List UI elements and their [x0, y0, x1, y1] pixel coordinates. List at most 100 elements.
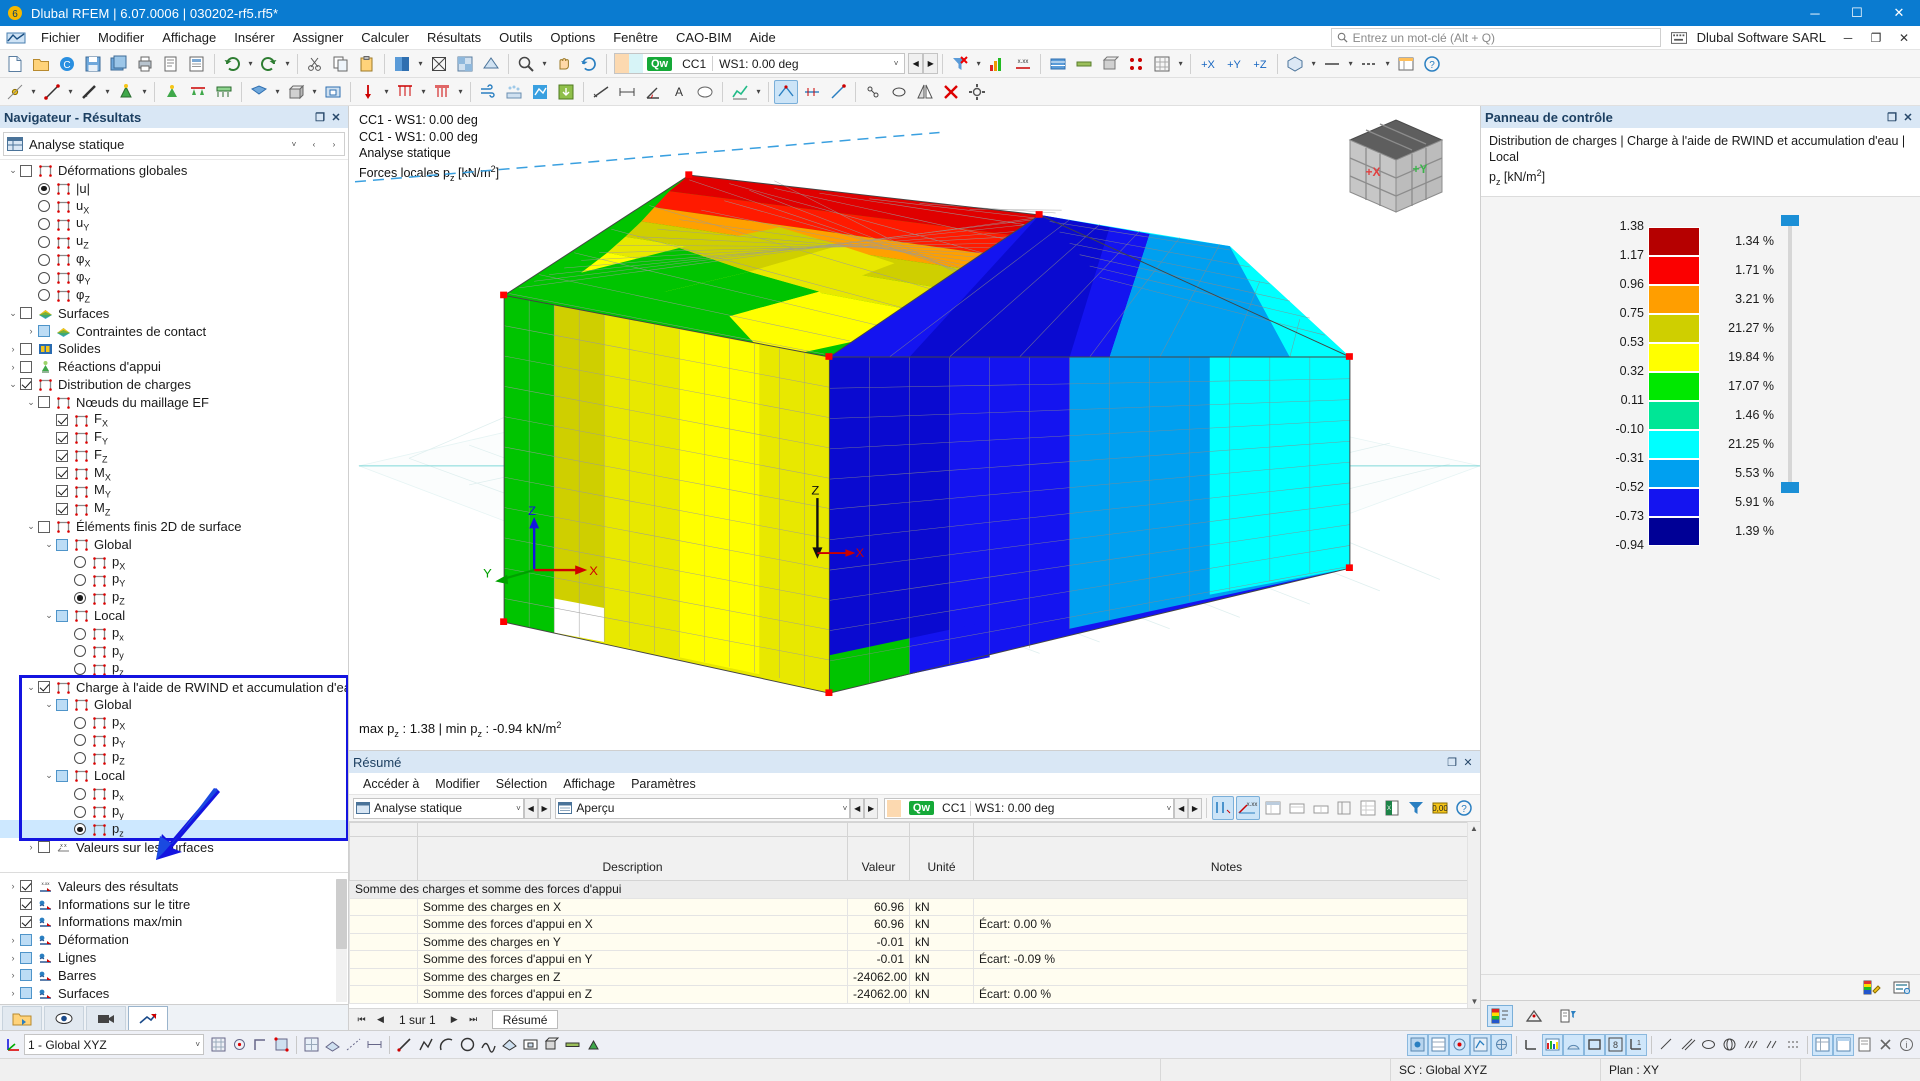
snow-load-icon[interactable]: [502, 80, 526, 104]
support-icon[interactable]: [114, 80, 138, 104]
summary-analysis-next[interactable]: ▶: [537, 797, 552, 819]
summary-menu-parametres[interactable]: Paramètres: [623, 775, 704, 793]
cp-tab-factors-icon[interactable]: [1521, 1005, 1547, 1027]
summary-analysis-prev[interactable]: ◀: [523, 797, 538, 819]
solids-results-icon[interactable]: [1098, 52, 1122, 76]
cut-icon[interactable]: [303, 52, 327, 76]
support-dropdown-icon[interactable]: ▾: [139, 80, 150, 104]
expander-reactions-dappui[interactable]: ›: [6, 362, 20, 372]
maximize-button[interactable]: ☐: [1836, 0, 1878, 26]
tab-display-navigator[interactable]: [44, 1006, 84, 1030]
tree-item-lignes[interactable]: › Lignes: [0, 949, 348, 967]
checkbox-lignes[interactable]: [20, 951, 32, 964]
menu-item-fichier[interactable]: Fichier: [32, 27, 89, 48]
menu-item-affichage[interactable]: Affichage: [153, 27, 225, 48]
legend-color-band-2[interactable]: [1648, 284, 1700, 314]
table-row[interactable]: Somme des charges en X 60.96 kN: [349, 897, 1480, 916]
tab-project-navigator[interactable]: [2, 1006, 42, 1030]
legend-color-band-8[interactable]: [1648, 458, 1700, 488]
radio-local-1-pz[interactable]: [74, 663, 86, 676]
surface-draw-icon[interactable]: [499, 1034, 520, 1056]
tree-item-local-1-pz[interactable]: pz: [0, 660, 348, 678]
table-layout-icon[interactable]: [1833, 1033, 1854, 1056]
nodal-load-dropdown-icon[interactable]: ▾: [381, 80, 392, 104]
tree-item-informations-max-min[interactable]: Informations max/min: [0, 913, 348, 931]
tree-item-valeurs-des-resultats[interactable]: › x.xx Valeurs des résultats: [0, 877, 348, 895]
open-file-icon[interactable]: [29, 52, 53, 76]
result-values-icon[interactable]: x.xx: [1011, 52, 1035, 76]
summary-case-combo[interactable]: Qw CC1 WS1: 0.00 deg ˅: [883, 797, 1175, 819]
legend-color-band-10[interactable]: [1648, 516, 1700, 546]
summary-menu-selection[interactable]: Sélection: [488, 775, 555, 793]
table-view-icon[interactable]: [1394, 52, 1418, 76]
app-menu-icon[interactable]: [4, 28, 28, 48]
load-case-next-button[interactable]: ▶: [923, 53, 939, 74]
hatch2-render-icon[interactable]: [1761, 1034, 1782, 1056]
results-tree[interactable]: ⌄ Déformations globales |u| uX uY uZ φX φY φZ ⌄ Su…: [0, 159, 348, 869]
zoom-dropdown-icon[interactable]: ▾: [539, 52, 550, 76]
tree-item-surfaces[interactable]: ⌄ Surfaces: [0, 304, 348, 322]
info-icon[interactable]: i: [1896, 1034, 1917, 1056]
save-all-icon[interactable]: [107, 52, 131, 76]
table-row[interactable]: Somme des forces d'appui en Y -0.01 kN Écar…: [349, 950, 1480, 969]
help-icon[interactable]: ?: [1453, 796, 1475, 820]
expander-deformations-globales[interactable]: ⌄: [6, 165, 20, 176]
chevron-down-icon[interactable]: ˅: [516, 804, 521, 813]
summary-table-wrap[interactable]: Description Valeur Unité Notes Somme des…: [349, 822, 1480, 1008]
checkbox-deformation[interactable]: [20, 933, 32, 946]
summary-close-icon[interactable]: ✕: [1460, 756, 1476, 769]
expander-charge-rwind[interactable]: ⌄: [24, 682, 38, 693]
box-display-icon[interactable]: [1584, 1033, 1605, 1056]
3d-viewport[interactable]: CC1 - WS1: 0.00 deg CC1 - WS1: 0.00 deg …: [349, 106, 1480, 750]
zoom-window-icon[interactable]: [514, 52, 538, 76]
legend-color-band-7[interactable]: [1648, 429, 1700, 459]
spline-draw-icon[interactable]: [478, 1034, 499, 1056]
tree-item-global-2-px[interactable]: pX: [0, 714, 348, 732]
cp-tab-filter-icon[interactable]: [1555, 1005, 1581, 1027]
isometric-view-icon[interactable]: [1283, 52, 1307, 76]
tree-item-informations-sur-le-titre[interactable]: Informations sur le titre: [0, 895, 348, 913]
display-mode1-icon[interactable]: [1407, 1033, 1428, 1056]
tree-item-noeuds-du-maillage-ef[interactable]: ⌄ Nœuds du maillage EF: [0, 393, 348, 411]
line-load-dropdown-icon[interactable]: ▾: [418, 80, 429, 104]
tree-item-contraintes-de-contact[interactable]: › Contraintes de contact: [0, 322, 348, 340]
tree-item-local-1[interactable]: ⌄ Local: [0, 607, 348, 625]
slider-knob-min[interactable]: [1781, 481, 1799, 493]
mesh-refinement-icon[interactable]: [861, 80, 885, 104]
close-button[interactable]: ✕: [1878, 0, 1920, 26]
coordinate-system-combo[interactable]: 1 - Global XYZ ˅: [24, 1034, 204, 1055]
surface-support-icon[interactable]: [212, 80, 236, 104]
table-layout2-icon[interactable]: [1286, 796, 1308, 820]
radio-global-2-pz[interactable]: [74, 752, 86, 765]
chevron-down-icon[interactable]: ˅: [1167, 804, 1172, 813]
checkbox-distribution-de-charges[interactable]: [20, 378, 32, 391]
checkbox-charge-rwind[interactable]: [38, 681, 50, 693]
ortho-mode-icon[interactable]: [250, 1034, 271, 1056]
view-dropdown-icon[interactable]: ▾: [1308, 52, 1319, 76]
checkbox-reactions-dappui[interactable]: [20, 360, 32, 373]
edit-scale-icon[interactable]: [1858, 977, 1884, 999]
nodal-load-icon[interactable]: [356, 80, 380, 104]
slider-knob-max[interactable]: [1781, 214, 1799, 226]
table-row[interactable]: Somme des forces d'appui en X 60.96 kN Écar…: [349, 915, 1480, 934]
redo-dropdown-icon[interactable]: ▾: [282, 52, 293, 76]
legend-color-band-0[interactable]: [1648, 226, 1700, 256]
checkbox-my[interactable]: [56, 485, 68, 498]
axis-z-icon[interactable]: +Z: [1248, 52, 1272, 76]
grid-visibility-icon[interactable]: [301, 1034, 322, 1056]
table-row[interactable]: Somme des charges en Y -0.01 kN: [349, 932, 1480, 951]
scroll-up-icon[interactable]: ▲: [1468, 822, 1480, 835]
col-header-notes[interactable]: Notes: [973, 836, 1480, 881]
radio-phiy[interactable]: [38, 271, 50, 284]
expander-contraintes-de-contact[interactable]: ›: [24, 326, 38, 336]
line-draw-icon[interactable]: [394, 1034, 415, 1056]
polyline-draw-icon[interactable]: [415, 1034, 436, 1056]
surface-load-dropdown-icon[interactable]: ▾: [455, 80, 466, 104]
tree-item-global-1[interactable]: ⌄ Global: [0, 536, 348, 554]
checkbox-local-2[interactable]: [56, 769, 68, 782]
chevron-down-icon[interactable]: ˅: [888, 59, 904, 68]
close-view-icon[interactable]: [1875, 1034, 1896, 1056]
checkbox-valeurs-sur-les-surfaces[interactable]: [38, 841, 50, 854]
legend-color-bars[interactable]: [1648, 226, 1700, 546]
save-icon[interactable]: [81, 52, 105, 76]
